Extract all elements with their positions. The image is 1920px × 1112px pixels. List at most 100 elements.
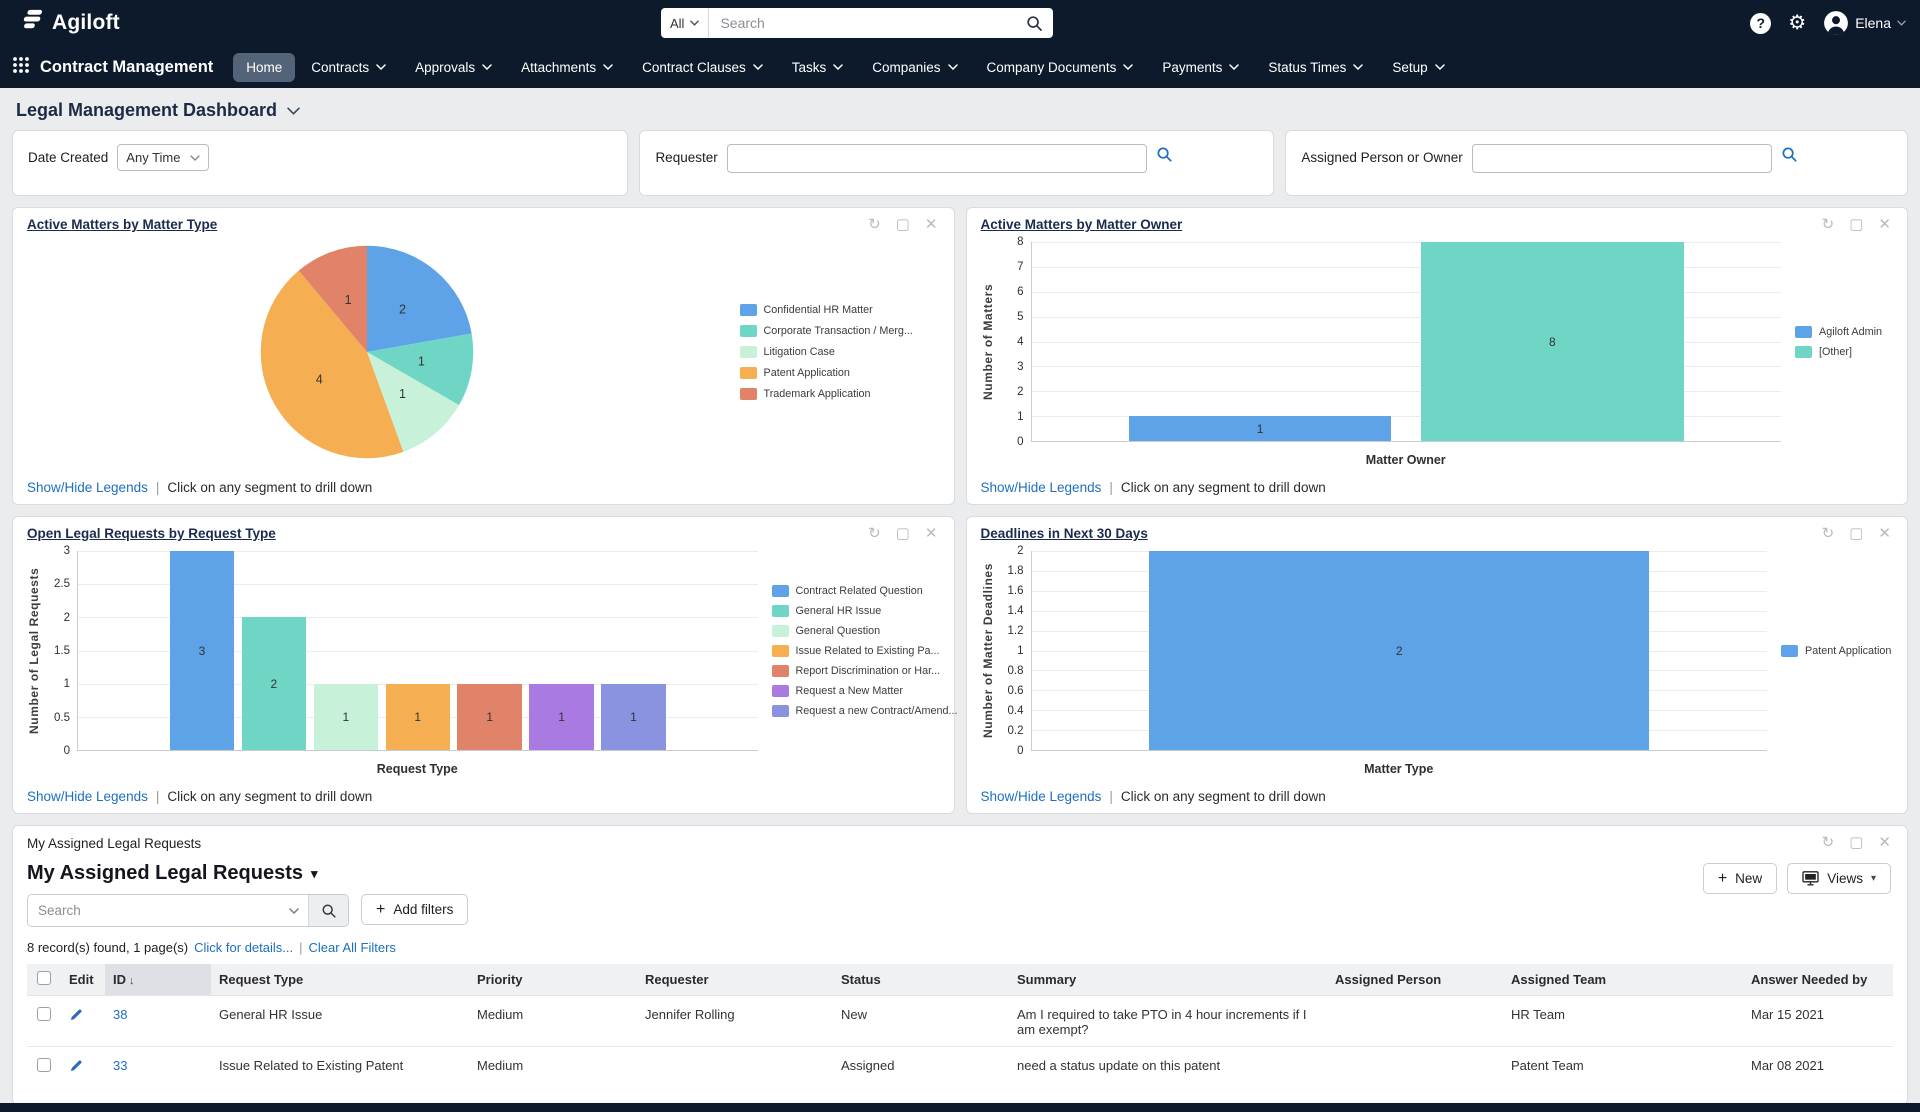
bar-report-discrimination-or-har[interactable]: 1	[457, 684, 521, 750]
column-header-assigned-person[interactable]: Assigned Person	[1327, 964, 1503, 995]
edit-cell[interactable]	[61, 995, 105, 1046]
user-menu[interactable]: Elena	[1823, 10, 1906, 36]
table-search-icon[interactable]	[308, 895, 348, 926]
row-checkbox[interactable]	[37, 1007, 51, 1021]
record-id-link[interactable]: 33	[113, 1058, 127, 1073]
column-header-id[interactable]: ID ↓	[105, 964, 211, 995]
chart-title-link[interactable]: Active Matters by Matter Type	[27, 217, 217, 232]
close-icon[interactable]: ✕	[925, 216, 938, 234]
record-id-link[interactable]: 38	[113, 1007, 127, 1022]
requester-search-icon[interactable]	[1156, 146, 1173, 168]
bar-general-question[interactable]: 1	[314, 684, 378, 750]
legend-item-agiloft-admin[interactable]: Agiloft Admin	[1795, 326, 1893, 338]
legend-item-patent-application[interactable]: Patent Application	[740, 367, 940, 379]
refresh-icon[interactable]: ↻	[1822, 525, 1835, 543]
requester-input[interactable]	[727, 144, 1147, 173]
search-scope-select[interactable]: All	[661, 8, 709, 38]
bar-patent-application[interactable]: 2	[1149, 551, 1649, 750]
agiloft-logo[interactable]: Agiloft	[16, 8, 120, 38]
nav-item-home[interactable]: Home	[233, 53, 295, 82]
nav-item-payments[interactable]: Payments	[1149, 53, 1252, 82]
legend-item-request-a-new-contract-amend[interactable]: Request a new Contract/Amend...	[772, 705, 940, 717]
gear-icon[interactable]: ⚙	[1788, 13, 1806, 33]
refresh-icon[interactable]: ↻	[1822, 834, 1835, 852]
chart-title-link[interactable]: Deadlines in Next 30 Days	[981, 526, 1148, 541]
date-created-select[interactable]: Any Time	[117, 144, 209, 171]
global-search-input[interactable]	[709, 15, 1015, 31]
maximize-icon[interactable]: ▢	[896, 525, 910, 543]
column-header-edit[interactable]: Edit	[61, 964, 105, 995]
legend-item-litigation-case[interactable]: Litigation Case	[740, 346, 940, 358]
refresh-icon[interactable]: ↻	[868, 216, 881, 234]
table-heading[interactable]: My Assigned Legal Requests ▾	[27, 862, 318, 885]
bar-contract-related-question[interactable]: 3	[170, 551, 234, 750]
new-button[interactable]: + New	[1703, 863, 1777, 894]
nav-item-contracts[interactable]: Contracts	[298, 53, 399, 82]
nav-item-contract-clauses[interactable]: Contract Clauses	[629, 53, 776, 82]
refresh-icon[interactable]: ↻	[868, 525, 881, 543]
views-button[interactable]: Views ▾	[1787, 863, 1891, 894]
legend-item-general-hr-issue[interactable]: General HR Issue	[772, 605, 940, 617]
maximize-icon[interactable]: ▢	[1849, 216, 1863, 234]
legend-item-report-discrimination-or-har[interactable]: Report Discrimination or Har...	[772, 665, 940, 677]
column-header-request-type[interactable]: Request Type	[211, 964, 469, 995]
pie-slice-confidential-hr-matter[interactable]	[367, 246, 472, 352]
nav-item-attachments[interactable]: Attachments	[508, 53, 626, 82]
search-dropdown-chevron-icon[interactable]	[289, 895, 308, 926]
chart-title-link[interactable]: Active Matters by Matter Owner	[981, 217, 1183, 232]
show-hide-legends-link[interactable]: Show/Hide Legends	[981, 789, 1102, 804]
legend-item-contract-related-question[interactable]: Contract Related Question	[772, 585, 940, 597]
assigned-person-input[interactable]	[1472, 144, 1772, 173]
nav-item-companies[interactable]: Companies	[859, 53, 970, 82]
bar-request-a-new-matter[interactable]: 1	[529, 684, 593, 750]
select-all-checkbox[interactable]	[37, 971, 51, 985]
maximize-icon[interactable]: ▢	[1849, 834, 1863, 852]
app-launcher-icon[interactable]	[12, 56, 30, 79]
column-header-priority[interactable]: Priority	[469, 964, 637, 995]
show-hide-legends-link[interactable]: Show/Hide Legends	[981, 480, 1102, 495]
table-row-33[interactable]: 33Issue Related to Existing PatentMedium…	[27, 1046, 1893, 1085]
legend-item-general-question[interactable]: General Question	[772, 625, 940, 637]
refresh-icon[interactable]: ↻	[1822, 216, 1835, 234]
legend-item-request-a-new-matter[interactable]: Request a New Matter	[772, 685, 940, 697]
column-header-status[interactable]: Status	[833, 964, 1009, 995]
dashboard-select-chevron-icon[interactable]	[287, 107, 300, 115]
column-header-answer-needed-by[interactable]: Answer Needed by	[1743, 964, 1893, 995]
legend-item-confidential-hr-matter[interactable]: Confidential HR Matter	[740, 304, 940, 316]
show-hide-legends-link[interactable]: Show/Hide Legends	[27, 480, 148, 495]
maximize-icon[interactable]: ▢	[1849, 525, 1863, 543]
bar-agiloft-admin[interactable]: 1	[1129, 416, 1391, 441]
legend-item-trademark-application[interactable]: Trademark Application	[740, 388, 940, 400]
details-link[interactable]: Click for details...	[194, 940, 293, 955]
pie-chart[interactable]: 21141	[253, 238, 481, 466]
table-search-input[interactable]	[28, 895, 289, 926]
bar-issue-related-to-existing-pa[interactable]: 1	[386, 684, 450, 750]
nav-item-status-times[interactable]: Status Times	[1255, 53, 1376, 82]
edit-cell[interactable]	[61, 1046, 105, 1085]
legend-item-issue-related-to-existing-pa[interactable]: Issue Related to Existing Pa...	[772, 645, 940, 657]
maximize-icon[interactable]: ▢	[896, 216, 910, 234]
nav-item-company-documents[interactable]: Company Documents	[974, 53, 1147, 82]
legend-item-corporate-transaction-merg[interactable]: Corporate Transaction / Merg...	[740, 325, 940, 337]
row-checkbox[interactable]	[37, 1058, 51, 1072]
legend-item-other[interactable]: [Other]	[1795, 346, 1893, 358]
show-hide-legends-link[interactable]: Show/Hide Legends	[27, 789, 148, 804]
nav-item-tasks[interactable]: Tasks	[779, 53, 857, 82]
bar-general-hr-issue[interactable]: 2	[242, 617, 306, 750]
assigned-person-search-icon[interactable]	[1781, 146, 1798, 168]
close-icon[interactable]: ✕	[925, 525, 938, 543]
close-icon[interactable]: ✕	[1878, 834, 1891, 852]
chart-title-link[interactable]: Open Legal Requests by Request Type	[27, 526, 276, 541]
legend-item-patent-application[interactable]: Patent Application	[1781, 645, 1893, 657]
table-row-38[interactable]: 38General HR IssueMediumJennifer Rolling…	[27, 995, 1893, 1046]
help-icon[interactable]: ?	[1750, 13, 1771, 34]
nav-item-approvals[interactable]: Approvals	[402, 53, 505, 82]
close-icon[interactable]: ✕	[1878, 216, 1891, 234]
column-header-requester[interactable]: Requester	[637, 964, 833, 995]
add-filters-button[interactable]: + Add filters	[361, 894, 468, 925]
bar-request-a-new-contract-amend[interactable]: 1	[601, 684, 665, 750]
column-header-assigned-team[interactable]: Assigned Team	[1503, 964, 1743, 995]
bar-other[interactable]: 8	[1421, 242, 1683, 441]
close-icon[interactable]: ✕	[1878, 525, 1891, 543]
nav-item-setup[interactable]: Setup	[1379, 53, 1457, 82]
